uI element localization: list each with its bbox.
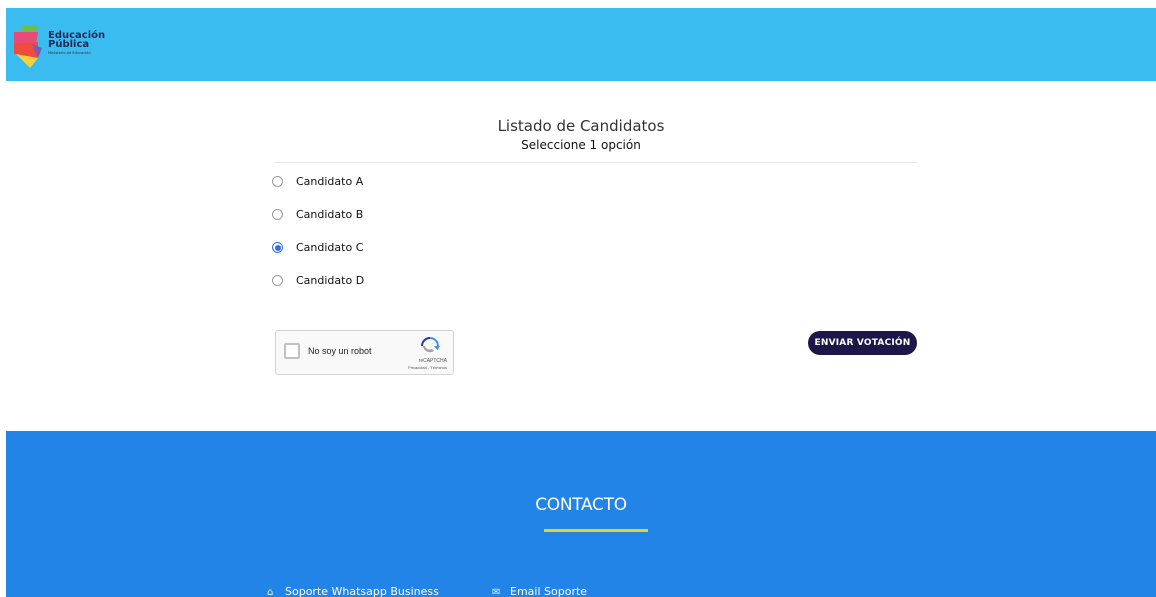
page-title: Listado de Candidatos bbox=[497, 117, 665, 135]
option-candidato-a[interactable]: Candidato A bbox=[268, 175, 568, 197]
site-header: Educación Pública Ministerio de Educació… bbox=[6, 8, 1156, 81]
page-subtitle: Seleccione 1 opción bbox=[521, 138, 641, 152]
envelope-icon: ✉ bbox=[492, 587, 501, 597]
home-icon: ⌂ bbox=[267, 587, 274, 597]
logo[interactable]: Educación Pública Ministerio de Educació… bbox=[12, 24, 132, 68]
option-candidato-c[interactable]: Candidato C bbox=[268, 241, 568, 263]
option-candidato-d[interactable]: Candidato D bbox=[268, 274, 568, 296]
whatsapp-support-label: Soporte Whatsapp Business bbox=[285, 585, 439, 597]
divider bbox=[274, 162, 917, 163]
option-label[interactable]: Candidato A bbox=[296, 175, 363, 188]
logo-title-line2: Pública bbox=[48, 39, 90, 50]
recaptcha-checkbox[interactable] bbox=[284, 343, 300, 359]
page: Educación Pública Ministerio de Educació… bbox=[6, 8, 1156, 597]
option-label[interactable]: Candidato C bbox=[296, 241, 363, 254]
option-candidato-b[interactable]: Candidato B bbox=[268, 208, 568, 230]
footer: CONTACTO ⌂ Soporte Whatsapp Business ✉ Ema… bbox=[6, 431, 1156, 597]
logo-mark-icon bbox=[14, 25, 42, 68]
recaptcha-logo-icon bbox=[421, 337, 440, 353]
option-label[interactable]: Candidato B bbox=[296, 208, 363, 221]
logo-text: Educación Pública Ministerio de Educació… bbox=[48, 31, 105, 56]
radio-button[interactable] bbox=[272, 176, 283, 187]
email-support-label: Email Soporte bbox=[510, 585, 588, 597]
whatsapp-support-link[interactable]: ⌂ Soporte Whatsapp Business bbox=[267, 585, 439, 597]
radio-button[interactable] bbox=[272, 275, 283, 286]
recaptcha-widget: No soy un robot reCAPTCHA Privacidad - T… bbox=[275, 330, 454, 375]
recaptcha-brand: reCAPTCHA bbox=[418, 358, 447, 364]
recaptcha-label: No soy un robot bbox=[308, 346, 372, 356]
recaptcha-links[interactable]: Privacidad - Términos bbox=[408, 365, 447, 370]
email-support-link[interactable]: ✉ Email Soporte bbox=[492, 585, 587, 597]
submit-vote-button[interactable]: ENVIAR VOTACIÓN bbox=[808, 331, 917, 355]
option-label[interactable]: Candidato D bbox=[296, 274, 364, 287]
radio-button-selected[interactable] bbox=[272, 242, 283, 253]
radio-button[interactable] bbox=[272, 209, 283, 220]
footer-title: CONTACTO bbox=[535, 495, 627, 515]
footer-title-underline bbox=[544, 529, 648, 532]
logo-subtitle: Ministerio de Educación bbox=[48, 51, 91, 55]
